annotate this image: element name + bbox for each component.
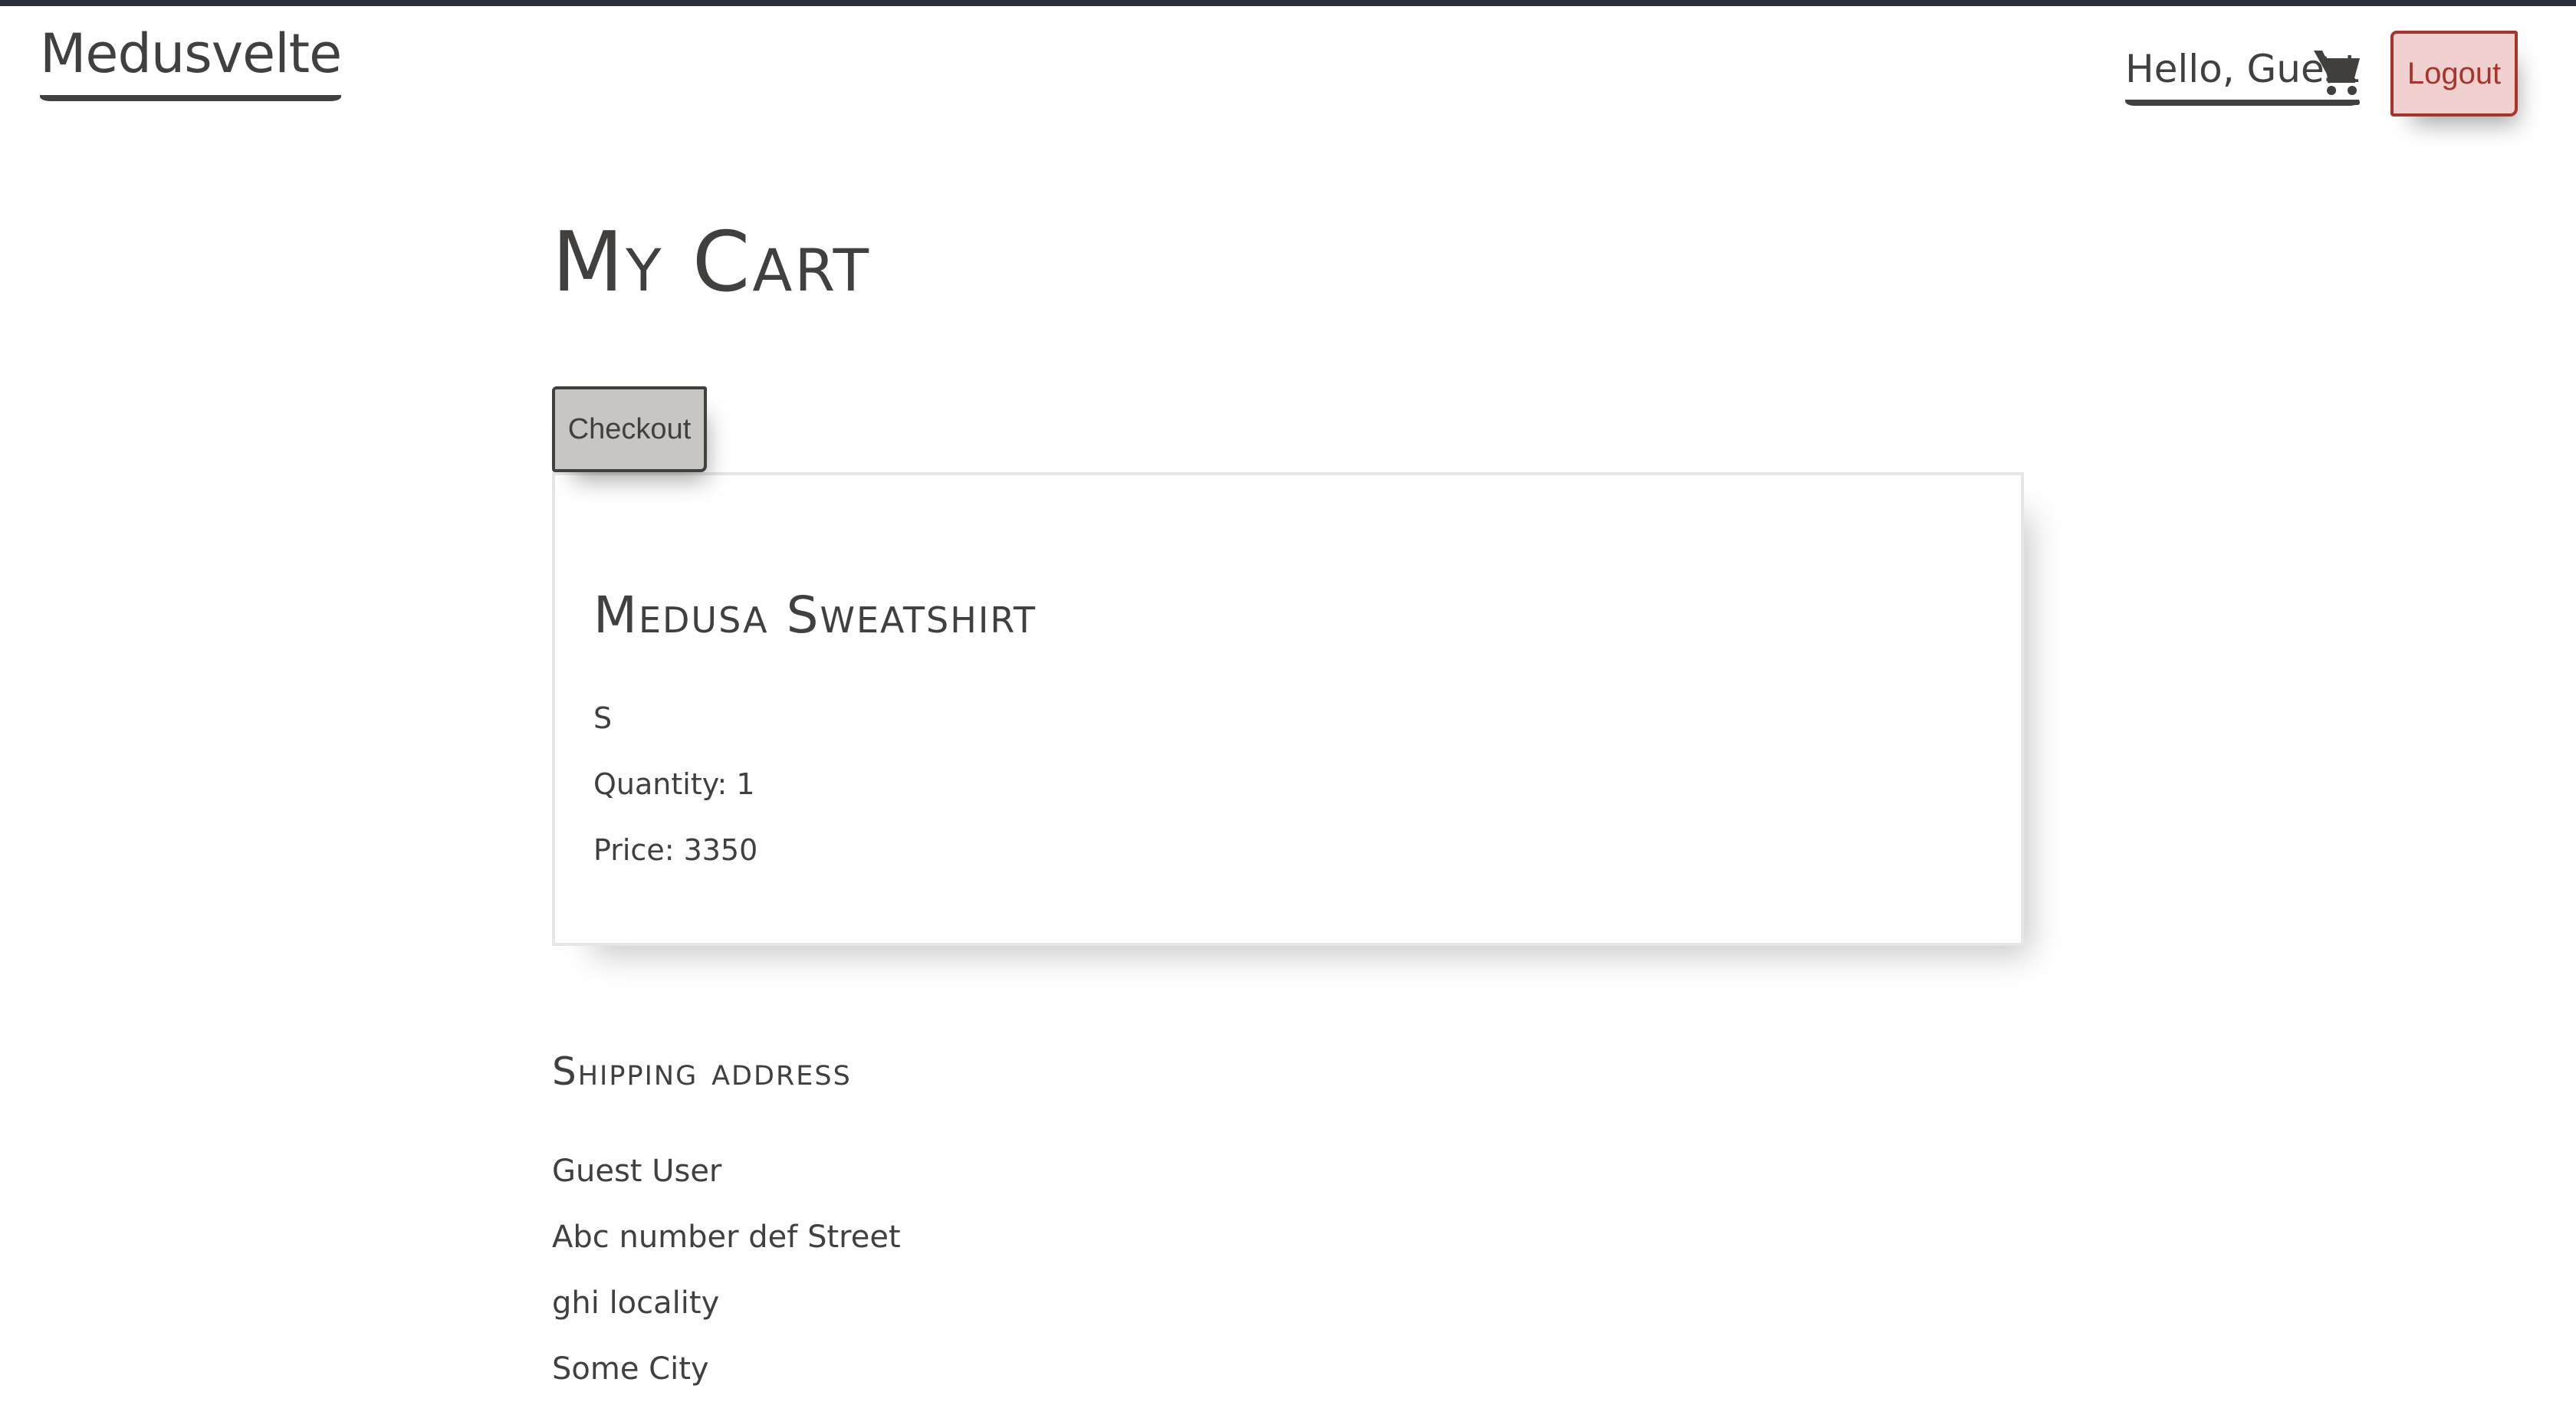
cart-item-name: Medusa Sweatshirt <box>593 586 1037 645</box>
shipping-address-heading: Shipping address <box>552 1049 852 1094</box>
shopping-cart-icon[interactable] <box>2312 43 2363 106</box>
checkout-button[interactable]: Checkout <box>552 386 707 472</box>
page-title: My Cart <box>552 215 872 310</box>
shipping-address-line: ghi locality <box>552 1285 720 1321</box>
shipping-address-line: Abc number def Street <box>552 1220 901 1255</box>
shipping-address-line: Guest User <box>552 1154 722 1189</box>
cart-item-price: Price: 3350 <box>593 833 758 867</box>
shipping-address-line: Some City <box>552 1351 709 1387</box>
logout-button[interactable]: Logout <box>2390 31 2518 117</box>
cart-item-card: Medusa Sweatshirt S Quantity: 1 Price: 3… <box>552 472 2024 946</box>
top-accent-bar <box>0 0 2576 6</box>
cart-item-quantity: Quantity: 1 <box>593 767 755 801</box>
brand-logo-link[interactable]: Medusvelte <box>40 17 342 101</box>
cart-item-variant: S <box>593 701 613 735</box>
